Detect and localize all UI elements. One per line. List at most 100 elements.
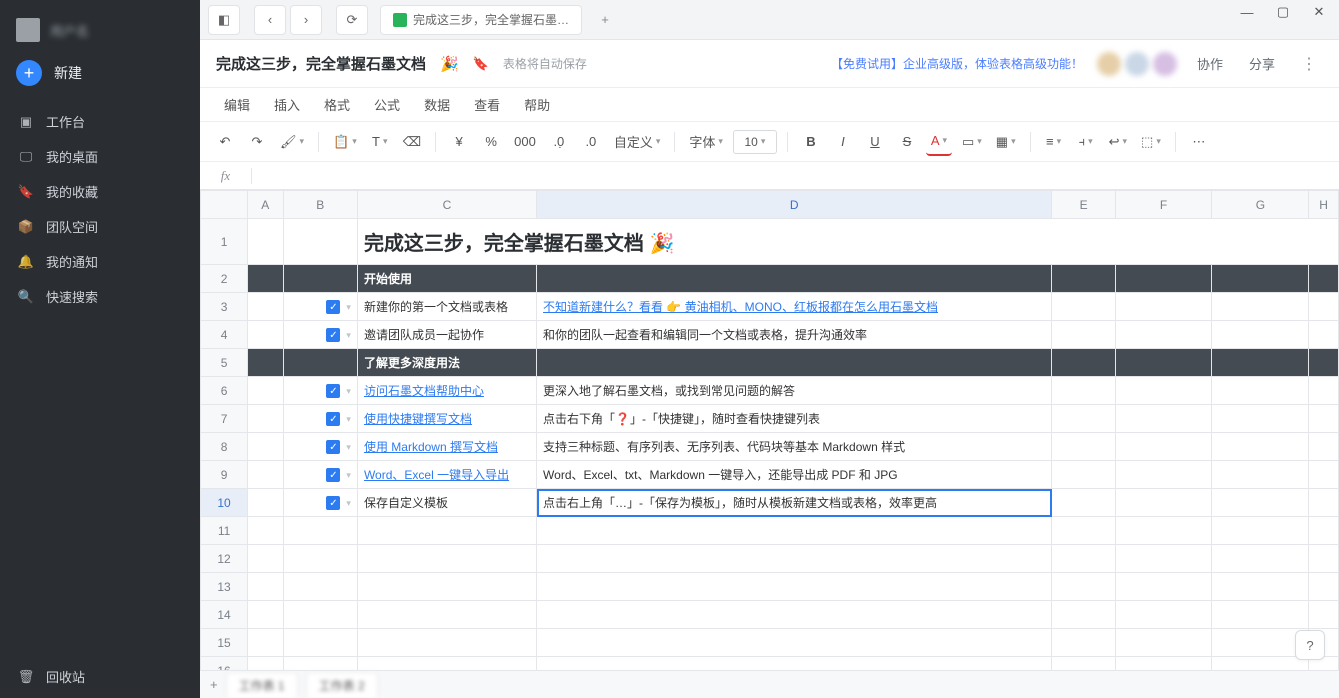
col-header-G[interactable]: G — [1212, 191, 1309, 219]
cell[interactable] — [1309, 573, 1339, 601]
cell[interactable] — [357, 657, 536, 671]
cell[interactable] — [283, 349, 357, 377]
cell[interactable] — [357, 517, 536, 545]
cell[interactable] — [1212, 517, 1309, 545]
cell[interactable] — [537, 601, 1052, 629]
sidebar-item-search[interactable]: 🔍快速搜索 — [8, 279, 192, 314]
col-header-D[interactable]: D — [537, 191, 1052, 219]
cell[interactable]: 开始使用 — [357, 265, 536, 293]
strike-button[interactable]: S — [894, 128, 920, 156]
menu-帮助[interactable]: 帮助 — [524, 95, 550, 114]
row-header[interactable]: 7 — [201, 405, 248, 433]
text-color-button[interactable]: A — [926, 128, 952, 156]
cell[interactable] — [248, 265, 283, 293]
row-header[interactable]: 11 — [201, 517, 248, 545]
cell[interactable] — [1309, 517, 1339, 545]
sheet-tab[interactable]: 工作表 2 — [306, 672, 378, 698]
cell[interactable] — [1309, 377, 1339, 405]
col-header-E[interactable]: E — [1052, 191, 1115, 219]
cell[interactable]: 和你的团队一起查看和编辑同一个文档或表格，提升沟通效率 — [537, 321, 1052, 349]
clear-format-button[interactable]: ⌫ — [399, 128, 425, 156]
cell-link[interactable]: 使用 Markdown 撰写文档 — [364, 440, 498, 454]
cell[interactable] — [537, 265, 1052, 293]
row-header[interactable]: 9 — [201, 461, 248, 489]
cell[interactable]: ✓▾ — [283, 321, 357, 349]
cell[interactable] — [248, 349, 283, 377]
tab-current[interactable]: 完成这三步，完全掌握石墨… — [380, 5, 582, 35]
cell[interactable] — [1115, 573, 1212, 601]
checkbox-icon[interactable]: ✓ — [326, 412, 340, 426]
cell[interactable] — [1115, 489, 1212, 517]
borders-button[interactable]: ▦ — [992, 128, 1020, 156]
number-format-button[interactable]: 自定义 — [610, 128, 665, 156]
row-header[interactable]: 3 — [201, 293, 248, 321]
cell[interactable] — [248, 293, 283, 321]
back-button[interactable]: ‹ — [254, 5, 286, 35]
cell-link[interactable]: 不知道新建什么？看看 👉 黄油相机、MONO、红板报都在怎么用石墨文档 — [543, 300, 938, 314]
cell[interactable] — [1115, 461, 1212, 489]
cell[interactable] — [248, 219, 283, 265]
cell[interactable] — [248, 321, 283, 349]
cell[interactable] — [1309, 433, 1339, 461]
cell[interactable]: ✓▾ — [283, 433, 357, 461]
sheet-scroll[interactable]: ABCDEFGH1完成这三步，完全掌握石墨文档 🎉2开始使用3✓▾新建你的第一个… — [200, 190, 1339, 670]
cell[interactable] — [1309, 461, 1339, 489]
v-align-button[interactable]: ⫞ — [1073, 128, 1099, 156]
currency-button[interactable]: ¥ — [446, 128, 472, 156]
cell[interactable]: 完成这三步，完全掌握石墨文档 🎉 — [357, 219, 1338, 265]
cell[interactable] — [248, 489, 283, 517]
sidebar-item-team[interactable]: 📦团队空间 — [8, 209, 192, 244]
col-header-H[interactable]: H — [1309, 191, 1339, 219]
row-header[interactable]: 13 — [201, 573, 248, 601]
cell[interactable] — [1052, 517, 1115, 545]
sheet-tab[interactable]: 工作表 1 — [226, 672, 298, 698]
font-family-button[interactable]: 字体 — [685, 128, 727, 156]
cell[interactable]: 保存自定义模板 — [357, 489, 536, 517]
bookmark-icon[interactable]: 🔖 — [473, 56, 489, 72]
cell[interactable] — [1115, 405, 1212, 433]
cell[interactable] — [1309, 601, 1339, 629]
cell[interactable] — [537, 629, 1052, 657]
minimize-button[interactable]: ― — [1233, 2, 1261, 22]
cell[interactable]: 更深入地了解石墨文档，或找到常见问题的解答 — [537, 377, 1052, 405]
cell[interactable] — [1052, 545, 1115, 573]
cell[interactable] — [1212, 657, 1309, 671]
fx-input[interactable] — [252, 169, 1339, 183]
cell[interactable] — [283, 219, 357, 265]
cell[interactable] — [1309, 405, 1339, 433]
cell[interactable]: 新建你的第一个文档或表格 — [357, 293, 536, 321]
promo-link[interactable]: 【免费试用】企业高级版，体验表格高级功能！ — [831, 55, 1083, 72]
cell[interactable] — [1052, 433, 1115, 461]
collaborator-avatars[interactable] — [1097, 52, 1177, 76]
cell[interactable]: 使用快捷键撰写文档 — [357, 405, 536, 433]
cell[interactable] — [1212, 293, 1309, 321]
cell[interactable] — [1309, 349, 1339, 377]
paste-button[interactable]: 📋 — [329, 128, 361, 156]
cell[interactable] — [248, 657, 283, 671]
cell[interactable] — [248, 377, 283, 405]
more-button[interactable]: ⋮ — [1295, 54, 1323, 74]
merge-button[interactable]: ⬚ — [1137, 128, 1165, 156]
paint-format-button[interactable]: 🖌 — [276, 128, 308, 156]
col-header-B[interactable]: B — [283, 191, 357, 219]
menu-插入[interactable]: 插入 — [274, 95, 300, 114]
cell[interactable] — [1309, 545, 1339, 573]
cell[interactable] — [248, 517, 283, 545]
bold-button[interactable]: B — [798, 128, 824, 156]
cell[interactable] — [537, 545, 1052, 573]
cell[interactable]: 不知道新建什么？看看 👉 黄油相机、MONO、红板报都在怎么用石墨文档 — [537, 293, 1052, 321]
cell[interactable] — [248, 573, 283, 601]
cell[interactable] — [537, 349, 1052, 377]
cell[interactable] — [283, 601, 357, 629]
cell[interactable]: Word、Excel 一键导入导出 — [357, 461, 536, 489]
cell[interactable]: Word、Excel、txt、Markdown 一键导入，还能导出成 PDF 和… — [537, 461, 1052, 489]
cell[interactable]: 使用 Markdown 撰写文档 — [357, 433, 536, 461]
menu-公式[interactable]: 公式 — [374, 95, 400, 114]
thousands-button[interactable]: 000 — [510, 128, 540, 156]
cell[interactable] — [1212, 405, 1309, 433]
row-header[interactable]: 2 — [201, 265, 248, 293]
chevron-down-icon[interactable]: ▾ — [346, 386, 351, 396]
close-button[interactable]: ✕ — [1305, 2, 1333, 22]
cell[interactable] — [1052, 489, 1115, 517]
cell[interactable] — [1115, 657, 1212, 671]
